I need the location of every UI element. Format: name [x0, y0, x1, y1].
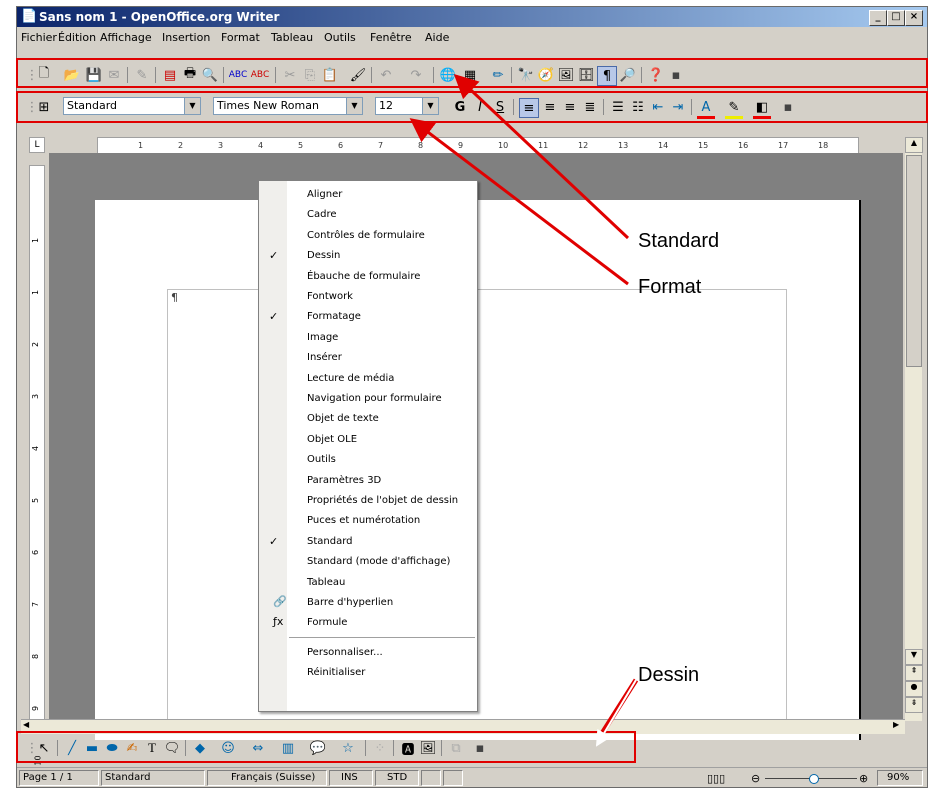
format-arrow [409, 118, 629, 286]
callout-arrows [409, 73, 639, 747]
standard-arrow [453, 73, 630, 240]
callout-format: Format [638, 276, 702, 298]
callout-standard: Standard [638, 230, 720, 252]
dessin-arrow-tip [595, 679, 637, 747]
callout-dessin: Dessin [638, 664, 700, 686]
